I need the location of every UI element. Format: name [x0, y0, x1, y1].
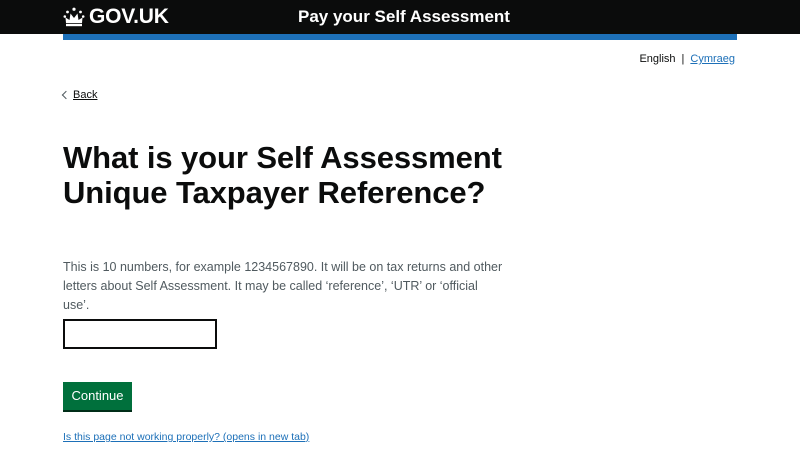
page-title: What is your Self Assessment Unique Taxp… [63, 140, 502, 210]
govuk-logo-link[interactable]: GOV.UK [63, 5, 169, 29]
language-toggle: English | Cymraeg [639, 52, 735, 66]
utr-hint: This is 10 numbers, for example 12345678… [63, 260, 503, 312]
report-problem-link[interactable]: Is this page not working properly? (open… [63, 431, 309, 444]
language-separator: | [681, 53, 685, 65]
header-accent-bar [63, 34, 737, 40]
back-link-label: Back [73, 89, 98, 101]
site-header: GOV.UK Pay your Self Assessment [0, 0, 800, 34]
crown-icon [63, 7, 85, 27]
utr-input[interactable] [63, 319, 217, 349]
chevron-left-icon [61, 90, 71, 100]
language-current: English [639, 53, 676, 65]
back-link[interactable]: Back [61, 88, 98, 102]
continue-button[interactable]: Continue [63, 382, 132, 410]
govuk-logo-text: GOV.UK [89, 5, 169, 28]
language-cymraeg-link[interactable]: Cymraeg [690, 52, 735, 66]
service-name-link[interactable]: Pay your Self Assessment [298, 6, 510, 28]
